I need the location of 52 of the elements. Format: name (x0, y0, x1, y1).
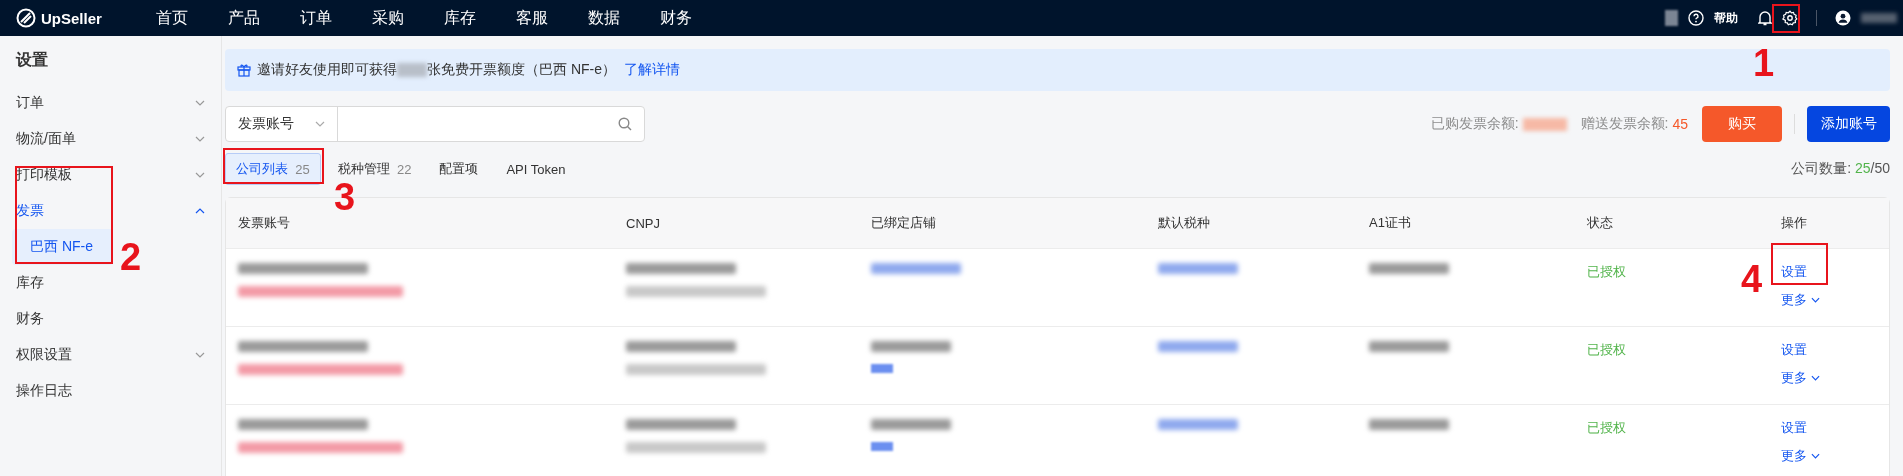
banner-text: 邀请好友使用即可获得 (257, 61, 397, 79)
more-link[interactable]: 更多 (1781, 369, 1820, 387)
purchased-balance-label: 已购发票余额: (1430, 115, 1519, 133)
nav-item[interactable]: 产品 (228, 7, 300, 29)
gift-balance-value: 45 (1672, 116, 1688, 132)
gift-balance-label: 赠送发票余额: (1580, 115, 1669, 133)
sidebar-title: 设置 (14, 50, 49, 70)
sidebar-item[interactable]: 发票 (0, 193, 221, 229)
column-header: 已绑定店铺 (870, 214, 937, 232)
sidebar-item[interactable]: 权限设置 (0, 337, 221, 373)
banner-text: 张免费开票额度（巴西 NF-e） (427, 61, 616, 79)
column-header: CNPJ (625, 215, 661, 231)
more-link[interactable]: 更多 (1781, 291, 1820, 309)
logo-text: UpSeller (41, 9, 102, 27)
status-text: 已授权 (1587, 420, 1626, 435)
step-number: 1 (1753, 44, 1775, 82)
nav-item[interactable]: 客服 (516, 7, 588, 29)
step-number: 2 (120, 238, 142, 276)
add-account-button[interactable]: 添加账号 (1807, 106, 1890, 142)
column-header: 发票账号 (237, 214, 291, 232)
column-header: 状态 (1586, 214, 1614, 232)
sidebar-item[interactable]: 物流/面单 (0, 121, 221, 157)
settings-link[interactable]: 设置 (1781, 341, 1807, 359)
nav-item[interactable]: 采购 (372, 7, 444, 29)
help-link[interactable]: 帮助 (1714, 9, 1738, 27)
status-text: 已授权 (1587, 264, 1626, 279)
search-field[interactable]: 发票账号 (225, 106, 645, 142)
tab[interactable]: 配置项 (428, 153, 490, 185)
nav-item[interactable]: 库存 (444, 7, 516, 29)
column-header: 默认税种 (1157, 214, 1211, 232)
sidebar-item[interactable]: 操作日志 (0, 373, 221, 409)
nav-item[interactable]: 订单 (300, 7, 372, 29)
settings-link[interactable]: 设置 (1781, 263, 1807, 281)
sidebar-item[interactable]: 打印模板 (0, 157, 221, 193)
column-header: 操作 (1780, 214, 1808, 232)
sidebar-subitem[interactable]: 巴西 NF-e (12, 229, 113, 265)
company-count: 公司数量: 25/50 (1791, 160, 1890, 178)
tab[interactable]: API Token (495, 153, 577, 185)
sidebar-item[interactable]: 财务 (0, 301, 221, 337)
nav-item[interactable]: 首页 (156, 7, 228, 29)
tab[interactable]: 公司列表 25 (225, 153, 321, 185)
details-link[interactable]: 了解详情 (624, 61, 680, 79)
more-link[interactable]: 更多 (1781, 447, 1820, 465)
nav-item[interactable]: 财务 (660, 7, 732, 29)
account-select[interactable]: 发票账号 (226, 107, 338, 141)
settings-link[interactable]: 设置 (1781, 419, 1807, 437)
step-number: 3 (334, 178, 356, 216)
column-header: A1证书 (1368, 214, 1412, 232)
status-text: 已授权 (1587, 342, 1626, 357)
nav-item[interactable]: 数据 (588, 7, 660, 29)
step-number: 4 (1741, 260, 1763, 298)
sidebar-item[interactable]: 订单 (0, 85, 221, 121)
